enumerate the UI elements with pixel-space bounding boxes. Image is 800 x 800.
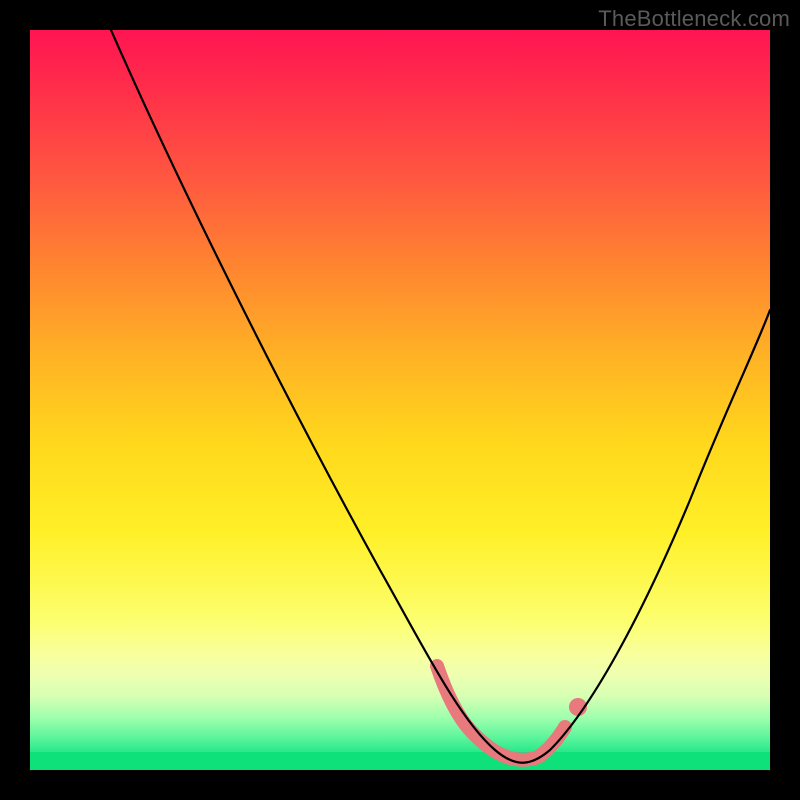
curve-svg <box>30 30 770 770</box>
watermark-text: TheBottleneck.com <box>598 6 790 32</box>
optimal-zone-highlight <box>437 666 565 760</box>
bottleneck-curve <box>111 30 770 763</box>
plot-area <box>30 30 770 770</box>
chart-frame: TheBottleneck.com <box>0 0 800 800</box>
